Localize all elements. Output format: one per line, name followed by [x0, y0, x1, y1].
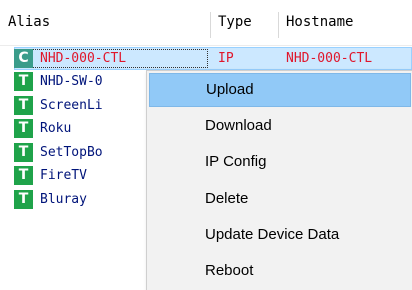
device-type-badge: T — [14, 119, 33, 138]
device-alias: NHD-000-CTL — [40, 51, 127, 66]
column-header-type[interactable]: Type — [210, 0, 278, 44]
list-header: Alias Type Hostname — [0, 0, 412, 44]
column-header-alias[interactable]: Alias — [0, 0, 210, 44]
device-type: IP — [218, 51, 234, 66]
menu-item-upload[interactable]: Upload — [149, 73, 411, 107]
device-alias: ScreenLi — [40, 98, 103, 113]
device-type-badge: T — [14, 72, 33, 91]
device-alias: Bluray — [40, 192, 87, 207]
menu-item-delete[interactable]: Delete — [149, 182, 411, 216]
menu-item-reboot[interactable]: Reboot — [149, 254, 411, 288]
device-row[interactable]: C NHD-000-CTL IP NHD-000-CTL — [0, 47, 412, 70]
device-alias: SetTopBo — [40, 145, 103, 160]
menu-item-update-device-data[interactable]: Update Device Data — [149, 218, 411, 252]
menu-item-download[interactable]: Download — [149, 109, 411, 143]
column-header-hostname[interactable]: Hostname — [278, 0, 412, 44]
device-type-badge: C — [14, 49, 33, 68]
context-menu: Upload Download IP Config Delete Update … — [146, 70, 412, 290]
menu-item-ip-config[interactable]: IP Config — [149, 145, 411, 179]
device-alias: FireTV — [40, 168, 87, 183]
device-type-badge: T — [14, 190, 33, 209]
device-type-badge: T — [14, 143, 33, 162]
header-divider — [0, 45, 412, 46]
device-alias: Roku — [40, 121, 72, 136]
device-hostname: NHD-000-CTL — [286, 51, 373, 66]
device-alias: NHD-SW-0 — [40, 74, 103, 89]
device-type-badge: T — [14, 166, 33, 185]
device-type-badge: T — [14, 96, 33, 115]
